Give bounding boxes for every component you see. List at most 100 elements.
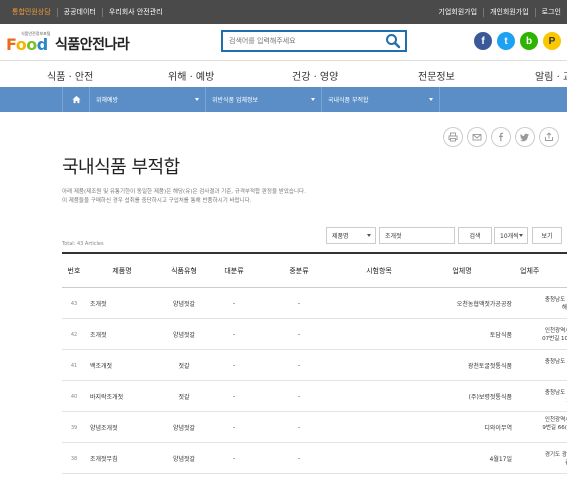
- description-line-2: 이 제품들을 구매하신 경우 섭취를 중단하시고 구입처를 통해 반품하시기 바…: [62, 198, 252, 204]
- twitter-share-button[interactable]: [515, 127, 535, 147]
- facebook-icon[interactable]: f: [474, 32, 492, 50]
- search-icon: [386, 34, 401, 49]
- table-row[interactable]: 39 양념조개젓 양념젓갈 - - 디와이무역 인천광역시 중 9번길 66(가동 7: [62, 412, 567, 443]
- cell-number: 43: [70, 300, 78, 307]
- cell-test-item: [344, 381, 414, 412]
- cell-test-item: [344, 443, 414, 474]
- cell-test-item: [344, 412, 414, 443]
- company-safety-link[interactable]: 우리회사 안전관리: [103, 8, 169, 17]
- cell-company: 오천농협액젓가공공장: [456, 301, 512, 308]
- col-category-1: 대분류: [224, 267, 244, 275]
- breadcrumb: 위해예방 위반식품 업체정보 국내식품 부적합: [0, 87, 567, 112]
- table-header: 번호 제품명 식품유형 대분류 중분류 시험항목 업체명 업체주: [62, 254, 567, 288]
- cell-product[interactable]: 양념조개젓: [90, 412, 152, 443]
- table-row[interactable]: 41 백조개젓 젓갈 - - 광천토굴젓통식품 충청남도 홍성 새우: [62, 350, 567, 381]
- nav-food-safety[interactable]: 식품 · 안전: [47, 68, 93, 83]
- personal-signup-link[interactable]: 개인회원가입: [484, 7, 536, 17]
- cell-address: 경기도 광명시 층 노: [544, 451, 567, 466]
- chevron-down-icon: [195, 98, 199, 101]
- twitter-icon: [520, 133, 529, 142]
- col-food-type: 식품유형: [171, 267, 197, 275]
- cell-food-type: 양념젓갈: [172, 456, 196, 463]
- civil-complaint-link[interactable]: 통합민원상담: [6, 7, 58, 17]
- cell-number: 38: [70, 455, 78, 462]
- chevron-down-icon: [429, 98, 433, 101]
- logo-text: 식품안전나라: [55, 37, 130, 53]
- public-data-link[interactable]: 공공데이터: [58, 7, 103, 17]
- cell-address: 충청남도 보령 해안로: [544, 296, 567, 311]
- search-input[interactable]: [229, 34, 379, 48]
- home-icon: [71, 95, 81, 104]
- description-line-1: 아래 제품(제조원 및 유통기한이 동일한 제품)은 해당(유)은 검사결과 기…: [62, 189, 306, 195]
- view-button[interactable]: 보기: [532, 227, 562, 244]
- table-row[interactable]: 40 바지락조개젓 젓갈 - - (주)보령젓통식품 충청남도 보령 3(신: [62, 381, 567, 412]
- cell-address: 충청남도 보령 3(신: [544, 389, 567, 404]
- page-description: 아래 제품(제조원 및 유통기한이 동일한 제품)은 해당(유)은 검사결과 기…: [62, 188, 306, 206]
- company-signup-link[interactable]: 기업회원가입: [432, 7, 485, 17]
- cell-product[interactable]: 조개젓무침: [90, 443, 152, 474]
- twitter-icon[interactable]: t: [497, 32, 515, 50]
- top-utility-bar: 통합민원상담 공공데이터 우리회사 안전관리 기업회원가입 개인회원가입 로그인: [0, 0, 567, 24]
- blog-icon[interactable]: b: [520, 32, 538, 50]
- cell-category-1: -: [232, 424, 236, 431]
- login-link[interactable]: 로그인: [536, 8, 567, 17]
- search-submit-button[interactable]: 검색: [458, 227, 492, 244]
- cell-food-type: 젓갈: [178, 363, 190, 370]
- nav-health-nutrition[interactable]: 건강 · 영양: [292, 68, 338, 83]
- site-search: [221, 30, 407, 52]
- cell-category-1: -: [232, 393, 236, 400]
- cell-category-1: -: [232, 362, 236, 369]
- cell-number: 40: [70, 393, 78, 400]
- nav-hazard-prevention[interactable]: 위해 · 예방: [168, 68, 214, 83]
- cell-food-type: 양념젓갈: [172, 425, 196, 432]
- share-icon: [545, 132, 553, 141]
- cell-food-type: 양념젓갈: [172, 301, 196, 308]
- table-row[interactable]: 42 조개젓 양념젓갈 - - 토담식품 인천광역시 중 07번길 10-15: [62, 319, 567, 350]
- cell-product[interactable]: 백조개젓: [90, 350, 152, 381]
- cell-category-2: -: [297, 424, 301, 431]
- page-size-select[interactable]: 10개씩: [494, 227, 528, 244]
- facebook-share-button[interactable]: [491, 127, 511, 147]
- cell-food-type: 양념젓갈: [172, 332, 196, 339]
- cell-category-1: -: [232, 455, 236, 462]
- cell-category-2: -: [297, 300, 301, 307]
- page-tools: [443, 127, 559, 147]
- table-row[interactable]: 38 조개젓무침 양념젓갈 - - 4월17일 경기도 광명시 층 노: [62, 443, 567, 474]
- cell-test-item: [344, 319, 414, 350]
- breadcrumb-level-3[interactable]: 국내식품 부적합: [322, 87, 440, 112]
- home-button[interactable]: [62, 87, 90, 112]
- search-button[interactable]: [385, 33, 401, 49]
- social-links: f t b P: [474, 32, 561, 50]
- nav-notice[interactable]: 알림 · 교: [535, 68, 567, 83]
- results-table: 번호 제품명 식품유형 대분류 중분류 시험항목 업체명 업체주 43 조개젓 양념…: [62, 252, 567, 474]
- table-row[interactable]: 43 조개젓 양념젓갈 - - 오천농협액젓가공공장 충청남도 보령 해안로: [62, 288, 567, 319]
- keyword-input[interactable]: 조개젓: [379, 227, 455, 244]
- col-test-item: 시험항목: [366, 267, 392, 275]
- col-category-2: 중분류: [289, 267, 309, 275]
- cell-address: 충청남도 홍성 새우: [544, 358, 567, 373]
- top-right-links: 기업회원가입 개인회원가입 로그인: [432, 0, 567, 24]
- email-button[interactable]: [467, 127, 487, 147]
- site-logo[interactable]: 식품안전정보포털 Food 식품안전나라: [5, 30, 133, 56]
- cell-test-item: [344, 350, 414, 381]
- breadcrumb-level-2[interactable]: 위반식품 업체정보: [206, 87, 322, 112]
- facebook-icon: [499, 132, 503, 142]
- nav-expert-info[interactable]: 전문정보: [418, 68, 455, 83]
- chevron-down-icon: [519, 234, 523, 237]
- main-navigation: 식품 · 안전 위해 · 예방 건강 · 영양 전문정보 알림 · 교: [0, 60, 567, 87]
- cell-company: 광천토굴젓통식품: [467, 363, 512, 370]
- col-address: 업체주: [520, 267, 540, 275]
- cell-number: 42: [70, 331, 78, 338]
- print-button[interactable]: [443, 127, 463, 147]
- cell-product[interactable]: 조개젓: [90, 319, 152, 350]
- col-company: 업체명: [452, 267, 472, 275]
- kakao-icon[interactable]: P: [543, 32, 561, 50]
- breadcrumb-level-1[interactable]: 위해예방: [90, 87, 206, 112]
- cell-product[interactable]: 바지락조개젓: [90, 381, 152, 412]
- cell-number: 41: [70, 362, 78, 369]
- table-body: 43조개젓양념젓갈--오천농협액젓가공공장충청남도 보령 해안로42조개젓양념젓…: [62, 288, 567, 474]
- share-button[interactable]: [539, 127, 559, 147]
- cell-product[interactable]: 조개젓: [90, 288, 152, 319]
- search-field-select[interactable]: 제품명: [326, 227, 376, 244]
- total-count: Total: 43 Articles: [62, 241, 104, 247]
